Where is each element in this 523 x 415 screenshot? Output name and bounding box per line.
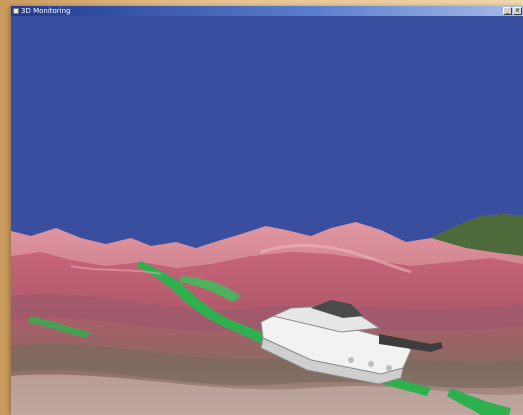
3d-viewport[interactable] bbox=[11, 16, 523, 415]
terrain-scene bbox=[11, 16, 523, 415]
window-title: 3D Monitoring bbox=[21, 7, 71, 15]
desktop-background: 3D Monitoring _ × bbox=[0, 0, 523, 415]
title-bar[interactable]: 3D Monitoring _ × bbox=[11, 6, 523, 16]
window-controls: _ × bbox=[503, 7, 522, 15]
close-button[interactable]: × bbox=[513, 7, 522, 15]
monitoring-window[interactable]: 3D Monitoring _ × bbox=[11, 6, 523, 415]
app-icon bbox=[13, 8, 19, 14]
minimize-button[interactable]: _ bbox=[503, 7, 512, 15]
